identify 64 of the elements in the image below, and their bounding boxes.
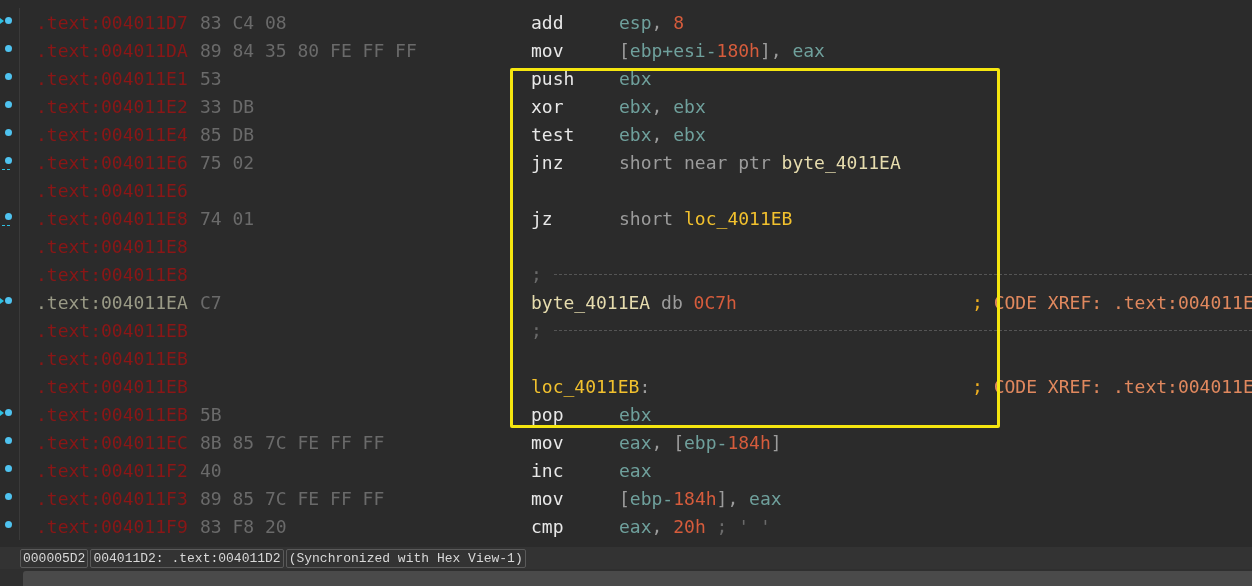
mnemonic: push	[531, 67, 576, 89]
address-label: .text:004011E6	[36, 151, 188, 173]
opcode-bytes: 89 84 35 80 FE FF FF	[200, 39, 417, 61]
code-label: loc_4011EB:	[531, 375, 651, 397]
address-label: .text:004011F3	[36, 487, 188, 509]
opcode-bytes: 83 F8 20	[200, 515, 287, 537]
address-label: .text:004011EB	[36, 319, 188, 341]
address-label: .text:004011E2	[36, 95, 188, 117]
opcode-bytes: 8B 85 7C FE FF FF	[200, 431, 385, 453]
opcode-bytes: 33 DB	[200, 95, 255, 117]
opcode-bytes: 85 DB	[200, 123, 255, 145]
opcode-bytes: C7	[200, 291, 222, 313]
operands: [ebp+esi-180h], eax	[619, 39, 825, 61]
mnemonic: mov	[531, 39, 565, 61]
operands: ebx	[619, 403, 652, 425]
mnemonic: xor	[531, 95, 565, 117]
operands: ebx, ebx	[619, 123, 706, 145]
address-label: .text:004011EB	[36, 403, 188, 425]
mnemonic: add	[531, 11, 565, 33]
operands: eax, 20h ; ' '	[619, 515, 771, 537]
opcode-bytes: 83 C4 08	[200, 11, 287, 33]
address-label: .text:004011F9	[36, 515, 188, 537]
opcode-bytes: 53	[200, 67, 222, 89]
address-label: .text:004011E8	[36, 207, 188, 229]
operands: ebx	[619, 67, 652, 89]
operands: eax, [ebp-184h]	[619, 431, 782, 453]
status-field: 004011D2: .text:004011D2	[90, 548, 284, 568]
separator-comment: ;	[531, 263, 542, 285]
opcode-bytes: 89 85 7C FE FF FF	[200, 487, 385, 509]
opcode-bytes: 5B	[200, 403, 222, 425]
address-label: .text:004011E6	[36, 179, 188, 201]
address-label: .text:004011EC	[36, 431, 188, 453]
separator-comment: ;	[531, 319, 542, 341]
address-label: .text:004011DA	[36, 39, 188, 61]
operands: esp, 8	[619, 11, 685, 33]
address-label: .text:004011EB	[36, 347, 188, 369]
operands: short near ptr byte_4011EA	[619, 151, 901, 173]
mnemonic: cmp	[531, 515, 565, 537]
operands: short loc_4011EB	[619, 207, 793, 229]
mnemonic: test	[531, 123, 576, 145]
mnemonic: inc	[531, 459, 565, 481]
address-label: .text:004011D7	[36, 11, 188, 33]
status-field: (Synchronized with Hex View-1)	[285, 548, 526, 568]
mnemonic: mov	[531, 431, 565, 453]
status-field: 000005D2	[20, 548, 89, 568]
address-label: .text:004011E8	[36, 235, 188, 257]
address-label: .text:004011E1	[36, 67, 188, 89]
operands: [ebp-184h], eax	[619, 487, 782, 509]
mnemonic: pop	[531, 403, 565, 425]
address-label: .text:004011F2	[36, 459, 188, 481]
operands: eax	[619, 459, 652, 481]
opcode-bytes: 75 02	[200, 151, 255, 173]
mnemonic: mov	[531, 487, 565, 509]
operands: ebx, ebx	[619, 95, 706, 117]
scrollbar[interactable]	[23, 571, 1252, 586]
opcode-bytes: 40	[200, 459, 222, 481]
address-label: .text:004011E4	[36, 123, 188, 145]
address-label: .text:004011E8	[36, 263, 188, 285]
address-label: .text:004011EA	[36, 291, 188, 313]
address-label: .text:004011EB	[36, 375, 188, 397]
mnemonic: jnz	[531, 151, 565, 173]
data-definition: byte_4011EA db 0C7h	[531, 291, 737, 313]
opcode-bytes: 74 01	[200, 207, 255, 229]
mnemonic: jz	[531, 207, 554, 229]
